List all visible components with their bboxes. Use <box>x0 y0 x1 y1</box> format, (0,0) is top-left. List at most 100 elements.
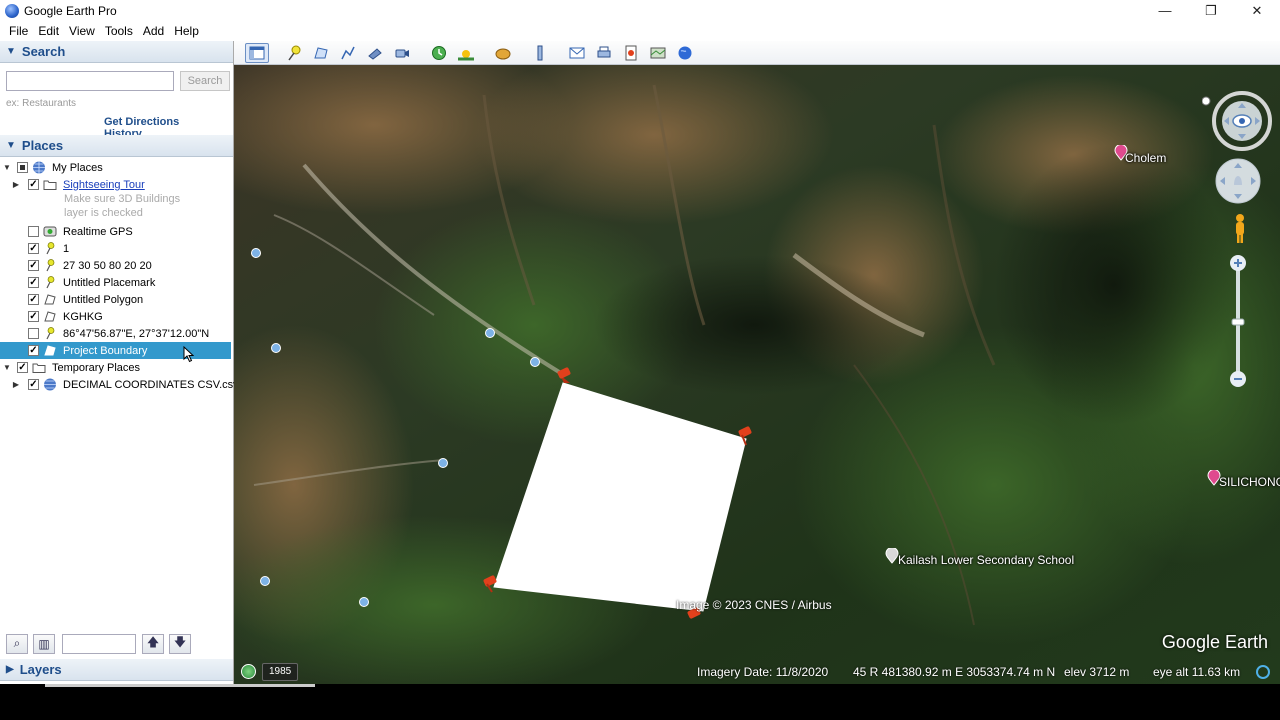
tree-item-label: Temporary Places <box>52 361 141 374</box>
earth-button[interactable] <box>673 43 697 63</box>
sun-icon <box>458 49 474 60</box>
polygon-icon <box>44 294 56 305</box>
tree-item-placemark-1[interactable]: ✓ 1 <box>0 240 231 257</box>
restore-button[interactable]: ❐ <box>1188 0 1234 21</box>
toggle-panel-button[interactable]: ▥ <box>33 633 55 654</box>
search-header-label: Search <box>21 44 66 59</box>
checkbox[interactable]: ✓ <box>17 362 28 373</box>
switch-planets-button[interactable] <box>491 43 515 63</box>
checkbox[interactable]: ✓ <box>28 243 39 254</box>
image-overlay-icon <box>368 47 382 60</box>
add-polygon-button[interactable] <box>309 43 333 63</box>
search-input[interactable] <box>6 71 174 91</box>
move-control[interactable] <box>1214 157 1262 205</box>
sidebar-icon <box>249 46 265 59</box>
zoom-slider[interactable] <box>1230 255 1246 387</box>
menu-edit[interactable]: Edit <box>33 24 64 38</box>
places-header[interactable]: ▼ Places <box>0 135 233 157</box>
utm-coordinates: 45 R 481380.92 m E 3053374.74 m N <box>853 665 1056 679</box>
tree-item-label: DECIMAL COORDINATES CSV.csv <box>63 378 239 391</box>
expand-arrow-icon[interactable]: ▼ <box>2 363 12 372</box>
eye-altitude: eye alt 11.63 km <box>1153 665 1241 679</box>
sunlight-button[interactable] <box>454 43 478 63</box>
menu-tools[interactable]: Tools <box>100 24 138 38</box>
tree-item-untitled-polygon[interactable]: ✓ Untitled Polygon <box>0 291 231 308</box>
expand-arrow-icon[interactable]: ▶ <box>11 180 21 189</box>
email-button[interactable] <box>565 43 589 63</box>
street-view-pegman-icon[interactable] <box>1232 213 1248 245</box>
layers-header[interactable]: ▶ Layers <box>0 659 233 681</box>
horizontal-scrollbar[interactable] <box>45 684 315 687</box>
place-marker-icon[interactable] <box>885 548 899 564</box>
add-path-button[interactable] <box>336 43 360 63</box>
print-button[interactable] <box>592 43 616 63</box>
main-toolbar <box>234 41 1280 65</box>
checkbox[interactable]: ✓ <box>28 277 39 288</box>
places-filter-input[interactable] <box>62 633 136 654</box>
menu-view[interactable]: View <box>64 24 100 38</box>
save-image-icon <box>625 45 637 60</box>
tree-item-placemark-coords[interactable]: ✓ 27 30 50 80 20 20 <box>0 257 231 274</box>
search-button[interactable]: Search <box>180 71 230 91</box>
globe-icon <box>44 378 56 391</box>
checkbox[interactable]: ✓ <box>28 260 39 271</box>
expand-arrow-icon[interactable]: ▼ <box>2 163 12 172</box>
checkbox[interactable] <box>28 226 39 237</box>
expand-arrow-icon[interactable]: ▶ <box>11 380 21 389</box>
get-directions-link[interactable]: Get Directions <box>104 116 179 128</box>
minimize-button[interactable]: — <box>1142 0 1188 21</box>
email-icon <box>569 47 585 58</box>
search-places-button[interactable]: ⌕ <box>6 633 28 654</box>
ruler-button[interactable] <box>528 43 552 63</box>
move-up-button[interactable]: 🡅 <box>142 633 164 654</box>
map-view[interactable]: Cholem SILICHONG Kailash Lower Secondary… <box>234 65 1280 684</box>
checkbox[interactable]: ✓ <box>28 311 39 322</box>
pushpin-icon <box>46 327 55 340</box>
checkbox[interactable] <box>17 162 28 173</box>
tree-item-label[interactable]: Sightseeing Tour <box>63 179 145 191</box>
collapse-triangle-icon: ▼ <box>6 46 16 57</box>
tree-item-label: Realtime GPS <box>63 225 133 238</box>
tree-item-untitled-placemark[interactable]: ✓ Untitled Placemark <box>0 274 231 291</box>
hide-sidebar-button[interactable] <box>245 42 269 63</box>
menu-add[interactable]: Add <box>138 24 169 38</box>
pushpin-icon <box>46 259 55 272</box>
checkbox[interactable]: ✓ <box>28 345 39 356</box>
view-in-maps-button[interactable] <box>646 43 670 63</box>
map-label-cholem[interactable]: Cholem <box>1125 151 1166 165</box>
save-image-button[interactable] <box>619 43 643 63</box>
imagery-copyright: Image © 2023 CNES / Airbus <box>676 598 832 612</box>
menu-help[interactable]: Help <box>169 24 204 38</box>
tree-item-csv-file[interactable]: ▶ ✓ DECIMAL COORDINATES CSV.csv <box>0 376 239 393</box>
checkbox[interactable]: ✓ <box>28 294 39 305</box>
window-controls: — ❐ ✕ <box>1142 0 1280 21</box>
tree-item-realtime-gps[interactable]: Realtime GPS <box>0 223 231 240</box>
look-around-control[interactable] <box>1202 89 1274 151</box>
tree-item-my-places[interactable]: ▼ My Places <box>0 159 231 176</box>
search-hint: ex: Restaurants <box>6 98 77 109</box>
search-header[interactable]: ▼ Search <box>0 41 233 63</box>
add-image-overlay-button[interactable] <box>363 43 387 63</box>
move-down-button[interactable]: 🡇 <box>169 633 191 654</box>
historical-imagery-button[interactable] <box>427 43 451 63</box>
map-label-silichong[interactable]: SILICHONG <box>1219 475 1280 489</box>
title-bar: Google Earth Pro — ❐ ✕ <box>0 0 1280 21</box>
search-row: Search <box>6 71 230 91</box>
tree-item-temporary-places[interactable]: ▼ ✓ Temporary Places <box>0 359 231 376</box>
search-panel: ▼ Search Search ex: Restaurants Get Dire… <box>0 41 233 140</box>
add-placemark-button[interactable] <box>282 43 306 63</box>
tree-item-project-boundary[interactable]: ✓ Project Boundary <box>0 342 231 363</box>
globe-icon <box>33 161 45 174</box>
menu-file[interactable]: File <box>4 24 33 38</box>
checkbox[interactable]: ✓ <box>28 379 39 390</box>
layers-header-label: Layers <box>19 662 62 677</box>
close-button[interactable]: ✕ <box>1234 0 1280 21</box>
places-toolbar: ⌕ ▥ 🡅 🡇 <box>0 631 233 656</box>
map-label-school[interactable]: Kailash Lower Secondary School <box>898 553 1074 567</box>
tree-item-coordinate-placemark[interactable]: 86°47'56.87"E, 27°37'12.00"N <box>0 325 231 342</box>
tree-item-kghkg[interactable]: ✓ KGHKG <box>0 308 231 325</box>
tree-item-sightseeing-tour[interactable]: ▶ ✓ Sightseeing Tour <box>0 176 231 193</box>
checkbox[interactable]: ✓ <box>28 179 39 190</box>
record-tour-button[interactable] <box>390 43 414 63</box>
checkbox[interactable] <box>28 328 39 339</box>
